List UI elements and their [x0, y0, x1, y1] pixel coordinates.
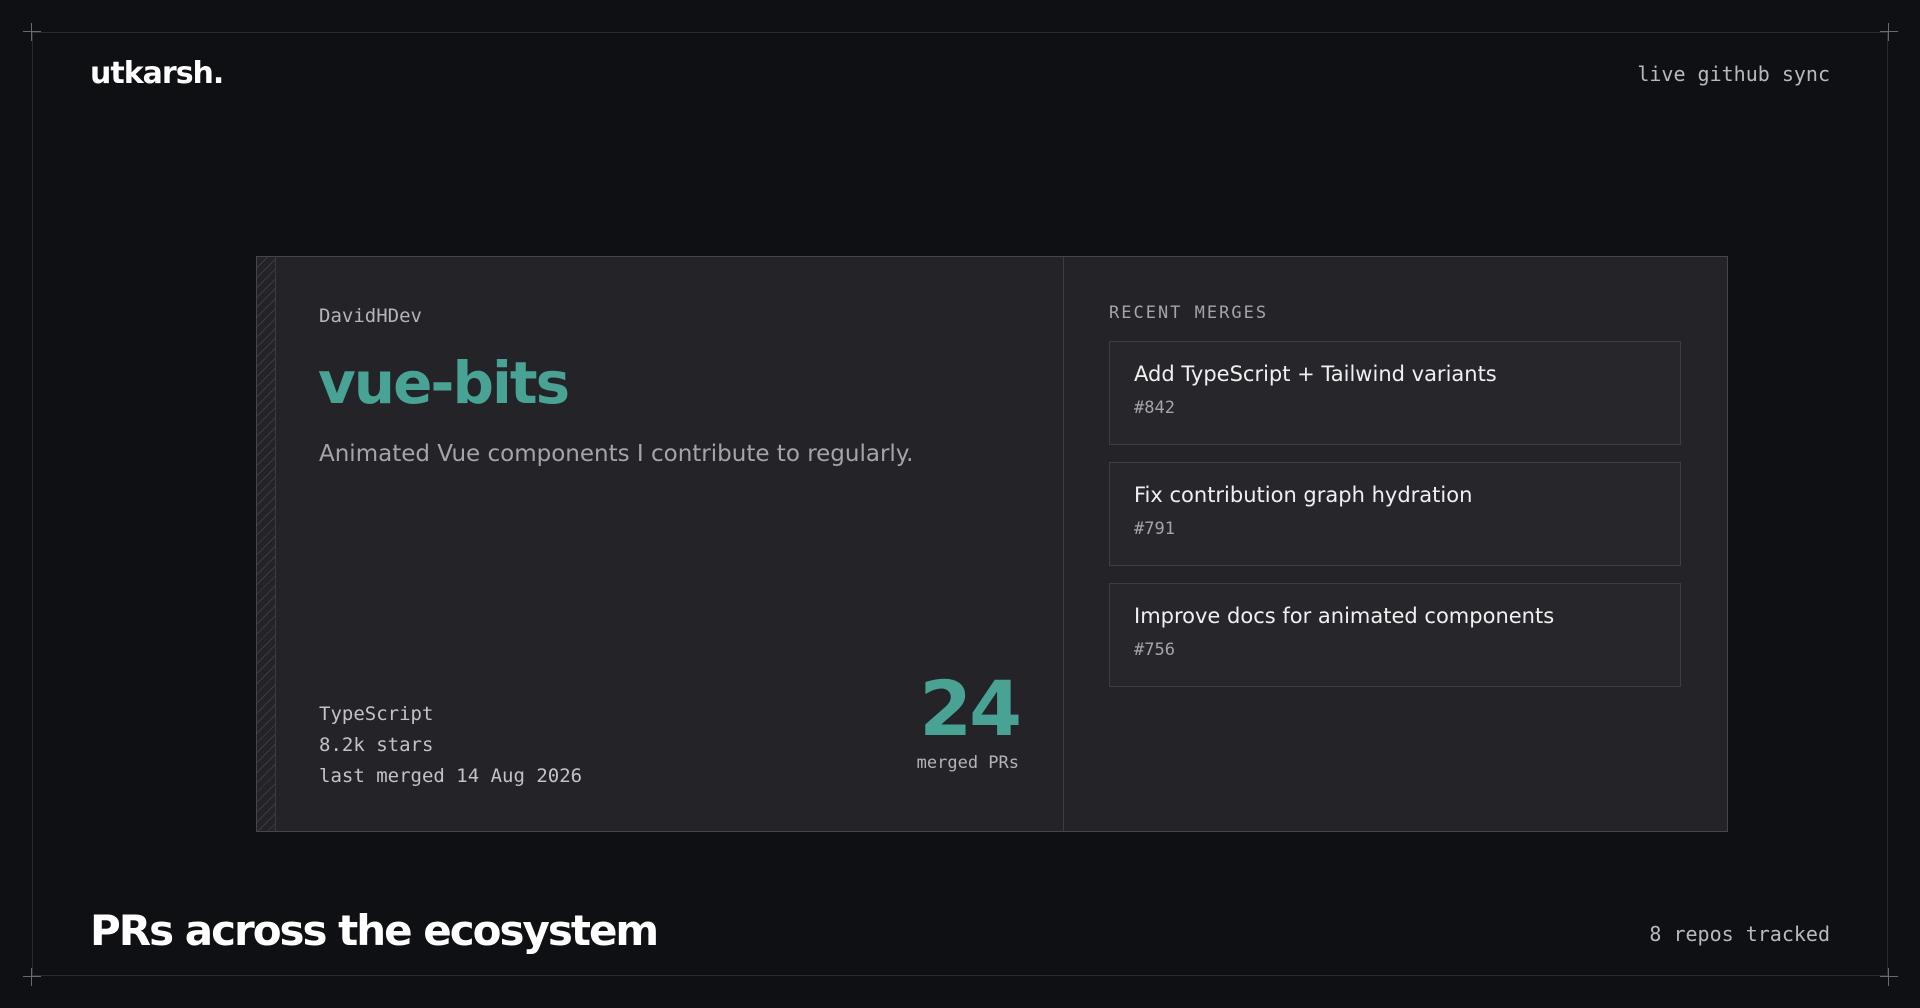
merged-count-label: merged PRs — [916, 753, 1019, 773]
repo-description: Animated Vue components I contribute to … — [319, 441, 914, 467]
merge-number: #791 — [1134, 519, 1175, 539]
merge-number: #756 — [1134, 640, 1175, 660]
merge-list-item[interactable]: Fix contribution graph hydration #791 — [1109, 462, 1681, 566]
brand-logo[interactable]: utkarsh. — [90, 56, 224, 91]
repo-summary: DavidHDev vue-bits Animated Vue componen… — [276, 257, 1064, 831]
merge-list: Add TypeScript + Tailwind variants #842 … — [1109, 341, 1681, 704]
corner-plus-icon — [23, 23, 41, 41]
repo-language: TypeScript — [319, 703, 434, 725]
merge-number: #842 — [1134, 398, 1175, 418]
corner-plus-icon — [1880, 968, 1898, 986]
merged-count: 24 — [919, 664, 1022, 753]
section-title: PRs across the ecosystem — [90, 906, 659, 955]
corner-plus-icon — [1880, 23, 1898, 41]
merge-list-item[interactable]: Add TypeScript + Tailwind variants #842 — [1109, 341, 1681, 445]
repos-tracked-count: 8 repos tracked — [1649, 922, 1830, 946]
merge-title: Fix contribution graph hydration — [1134, 483, 1473, 507]
repo-owner: DavidHDev — [319, 305, 422, 327]
merge-list-item[interactable]: Improve docs for animated components #75… — [1109, 583, 1681, 687]
repo-last-merged: last merged 14 Aug 2026 — [319, 765, 583, 787]
repo-meta: TypeScript 8.2k stars last merged 14 Aug… — [319, 699, 582, 792]
repo-card[interactable]: DavidHDev vue-bits Animated Vue componen… — [256, 256, 1728, 832]
corner-plus-icon — [23, 968, 41, 986]
sync-status: live github sync — [1637, 62, 1830, 86]
merge-title: Add TypeScript + Tailwind variants — [1134, 362, 1497, 386]
merge-title: Improve docs for animated components — [1134, 604, 1555, 628]
hatch-decoration — [257, 257, 276, 831]
recent-merges-heading: RECENT MERGES — [1109, 303, 1269, 323]
merged-count-block: 24 merged PRs — [916, 664, 1022, 774]
recent-merges-panel: RECENT MERGES Add TypeScript + Tailwind … — [1064, 257, 1727, 831]
repo-name[interactable]: vue-bits — [318, 349, 570, 417]
repo-stars: 8.2k stars — [319, 734, 434, 756]
